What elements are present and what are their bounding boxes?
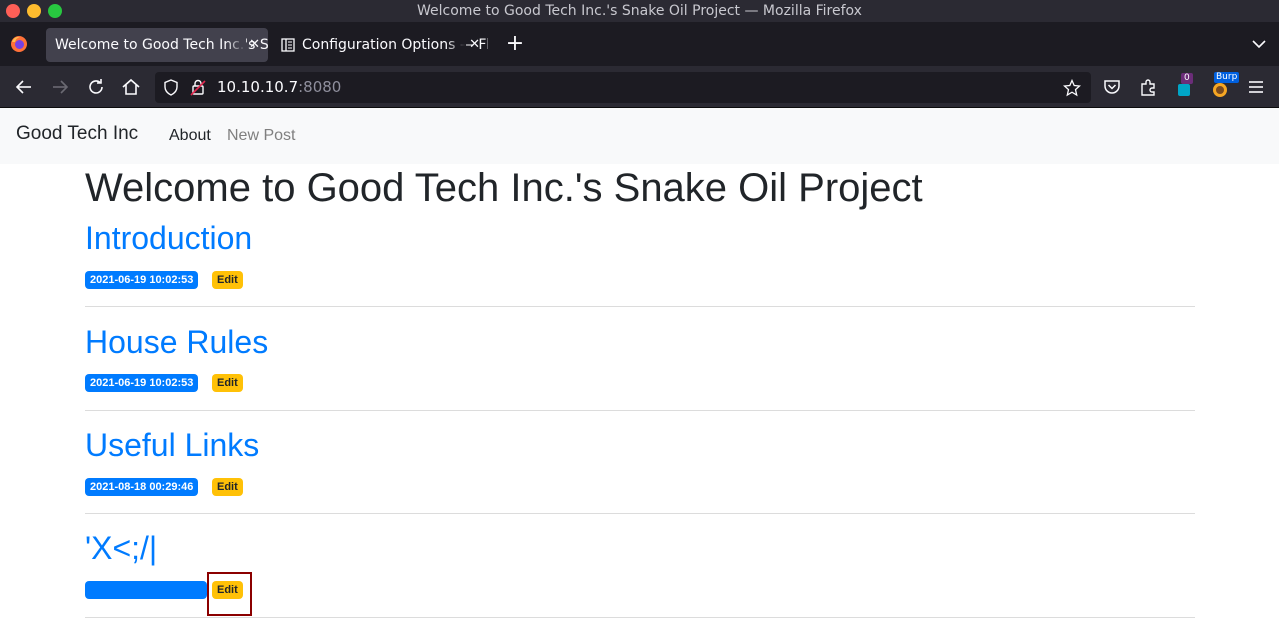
edit-button[interactable]: Edit — [212, 374, 243, 392]
nav-link-about[interactable]: About — [169, 127, 211, 145]
chevron-down-icon[interactable] — [1250, 35, 1268, 53]
post-title-link[interactable]: Introduction — [85, 220, 252, 257]
highlight-box — [207, 572, 252, 616]
maximize-window-button[interactable] — [48, 4, 62, 18]
tab-welcome[interactable]: Welcome to Good Tech Inc.'s Snake Oil Pr… — [46, 28, 268, 62]
extension-count-badge: 0 — [1181, 73, 1193, 84]
reload-icon[interactable] — [85, 76, 107, 98]
minimize-window-button[interactable] — [27, 4, 41, 18]
post-date-badge: 2021-08-18 00:29:46 — [85, 478, 199, 496]
close-tab-icon[interactable]: ✕ — [469, 28, 480, 62]
navigation-toolbar: 10.10.10.7:8080 0 Burp — [0, 66, 1279, 108]
firefox-logo-icon[interactable] — [10, 35, 28, 53]
burp-badge: Burp — [1214, 72, 1240, 83]
extensions-puzzle-icon[interactable] — [1137, 76, 1159, 98]
site-navbar: Good Tech Inc About New Post — [0, 108, 1279, 164]
document-icon — [281, 38, 295, 52]
window-title: Welcome to Good Tech Inc.'s Snake Oil Pr… — [417, 3, 862, 19]
forward-arrow-icon[interactable] — [49, 76, 71, 98]
post-divider — [85, 513, 1195, 514]
close-tab-icon[interactable]: ✕ — [249, 28, 260, 62]
post-title-link[interactable]: 'X<;/| — [85, 530, 157, 567]
tab-strip: Welcome to Good Tech Inc.'s Snake Oil Pr… — [0, 22, 1279, 66]
url-text[interactable]: 10.10.10.7:8080 — [217, 72, 341, 103]
nav-link-new-post[interactable]: New Post — [227, 127, 295, 145]
post-divider — [85, 306, 1195, 307]
post-date-badge — [85, 581, 207, 599]
home-icon[interactable] — [120, 76, 142, 98]
post-date-badge: 2021-06-19 10:02:53 — [85, 374, 199, 392]
post-divider — [85, 410, 1195, 411]
post-title-link[interactable]: House Rules — [85, 324, 268, 361]
close-window-button[interactable] — [6, 4, 20, 18]
bookmark-star-icon[interactable] — [1063, 79, 1081, 97]
window-titlebar: Welcome to Good Tech Inc.'s Snake Oil Pr… — [0, 0, 1279, 22]
edit-button[interactable]: Edit — [212, 478, 243, 496]
back-arrow-icon[interactable] — [13, 76, 35, 98]
shield-icon[interactable] — [163, 79, 179, 96]
insecure-lock-icon[interactable] — [190, 79, 206, 96]
post-divider — [85, 617, 1195, 618]
brand-link[interactable]: Good Tech Inc — [16, 123, 138, 145]
tab-configuration-options[interactable]: Configuration Options — Flask-SQLAlchemy… — [278, 28, 488, 62]
post-date-badge: 2021-06-19 10:02:53 — [85, 271, 199, 289]
menu-hamburger-icon[interactable] — [1245, 76, 1267, 98]
edit-button[interactable]: Edit — [212, 271, 243, 289]
url-bar[interactable]: 10.10.10.7:8080 — [155, 72, 1091, 103]
new-tab-button[interactable]: + — [505, 31, 525, 57]
page-title: Welcome to Good Tech Inc.'s Snake Oil Pr… — [85, 166, 923, 210]
post-title-link[interactable]: Useful Links — [85, 427, 259, 464]
pocket-icon[interactable] — [1101, 76, 1123, 98]
